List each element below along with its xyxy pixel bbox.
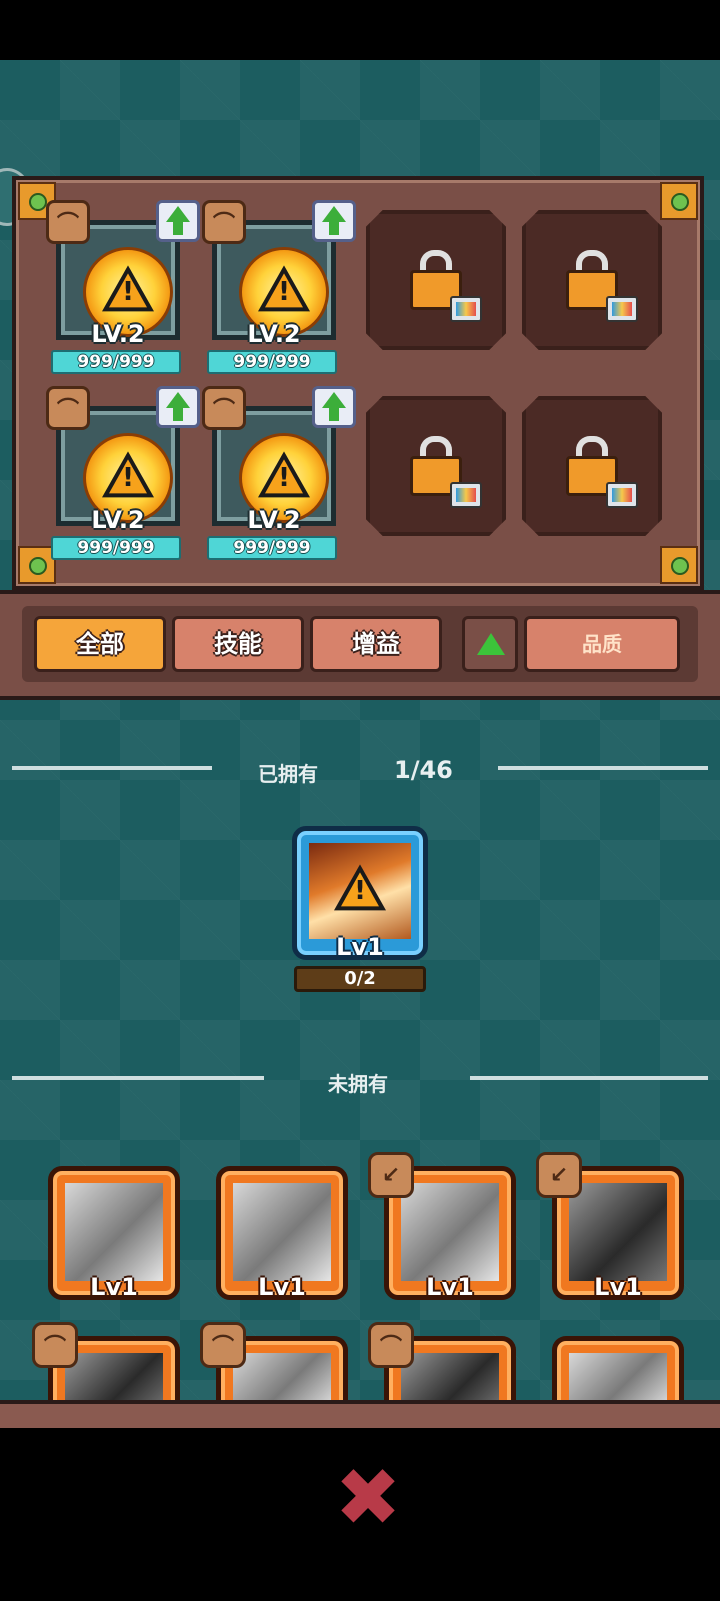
tv-ad-icon <box>450 482 482 508</box>
card-level: Lv1 <box>594 1273 642 1301</box>
bow-icon: ↙ <box>536 1152 582 1198</box>
bow-icon: ⌒ <box>368 1322 414 1368</box>
tv-ad-icon <box>606 482 638 508</box>
bow-icon: ⌒ <box>46 200 90 244</box>
divider-line <box>12 766 212 770</box>
slot-count: 999/999 <box>207 350 337 374</box>
status-bar <box>0 0 720 60</box>
slot-count: 999/999 <box>51 350 181 374</box>
bow-icon: ⌒ <box>46 386 90 430</box>
equipped-slot-2[interactable]: ! ⌒ LV.2 999/999 <box>202 200 356 375</box>
locked-slot-4[interactable] <box>522 396 662 536</box>
locked-slot-2[interactable] <box>522 210 662 350</box>
divider-line <box>498 766 708 770</box>
dagger-skill-art <box>401 1183 499 1281</box>
filter-group: 全部 技能 增益 品质 <box>22 606 698 682</box>
upgrade-arrow-icon[interactable] <box>312 386 356 428</box>
card-level: Lv1 <box>426 1273 474 1301</box>
locked-slot-3[interactable] <box>366 396 506 536</box>
slot-count: 999/999 <box>51 536 181 560</box>
equipped-slot-3[interactable]: ! ⌒ LV.2 999/999 <box>46 386 200 561</box>
close-icon[interactable]: ✖ <box>330 1458 406 1538</box>
equipped-slot-4[interactable]: ! ⌒ LV.2 999/999 <box>202 386 356 561</box>
bottom-panel-edge <box>0 1400 720 1428</box>
skill-art <box>233 1183 331 1281</box>
equipped-slot-1[interactable]: ! ⌒ LV.2 999/999 <box>46 200 200 375</box>
bow-icon: ⌒ <box>202 386 246 430</box>
divider-line <box>12 1076 264 1080</box>
slot-level: LV.2 <box>91 506 145 534</box>
filter-all-button[interactable]: 全部 <box>34 616 166 672</box>
card-level: Lv1 <box>258 1273 306 1301</box>
card-level: Lv1 <box>336 933 384 961</box>
upgrade-arrow-icon[interactable] <box>156 200 200 242</box>
unowned-section-label: 未拥有 <box>328 1072 388 1096</box>
slot-level: LV.2 <box>91 320 145 348</box>
slot-count: 999/999 <box>207 536 337 560</box>
upgrade-arrow-icon[interactable] <box>156 386 200 428</box>
bow-icon: ⌒ <box>202 200 246 244</box>
unowned-skill-card[interactable]: Lv1 <box>216 1166 348 1301</box>
sort-order-icon[interactable] <box>462 616 518 672</box>
slot-level: LV.2 <box>247 320 301 348</box>
owned-skill-card[interactable]: ! Lv1 <box>292 826 428 961</box>
card-level: Lv1 <box>90 1273 138 1301</box>
tv-ad-icon <box>450 296 482 322</box>
owned-count: 1/46 <box>394 756 453 784</box>
filter-skill-button[interactable]: 技能 <box>172 616 304 672</box>
bow-icon: ⌒ <box>200 1322 246 1368</box>
locked-slot-1[interactable] <box>366 210 506 350</box>
unowned-skill-card[interactable]: Lv1 <box>48 1166 180 1301</box>
upgrade-arrow-icon[interactable] <box>312 200 356 242</box>
filter-bar: 全部 技能 增益 品质 <box>0 590 720 700</box>
equipped-panel: ! ⌒ LV.2 999/999 ! ⌒ LV.2 999/999 ! ⌒ LV… <box>12 176 704 590</box>
filter-buff-button[interactable]: 增益 <box>310 616 442 672</box>
lightning-skill-art <box>569 1183 667 1281</box>
corner-ornament-icon <box>660 182 698 220</box>
tv-ad-icon <box>606 296 638 322</box>
bow-icon: ↙ <box>368 1152 414 1198</box>
filter-quality-button[interactable]: 品质 <box>524 616 680 672</box>
corner-ornament-icon <box>660 546 698 584</box>
skill-art: ! <box>309 843 411 939</box>
bow-icon: ⌒ <box>32 1322 78 1368</box>
fragment-progress: 0/2 <box>294 966 426 992</box>
divider-line <box>470 1076 708 1080</box>
owned-section-label: 已拥有 <box>258 762 318 786</box>
slot-level: LV.2 <box>247 506 301 534</box>
skill-art <box>65 1183 163 1281</box>
